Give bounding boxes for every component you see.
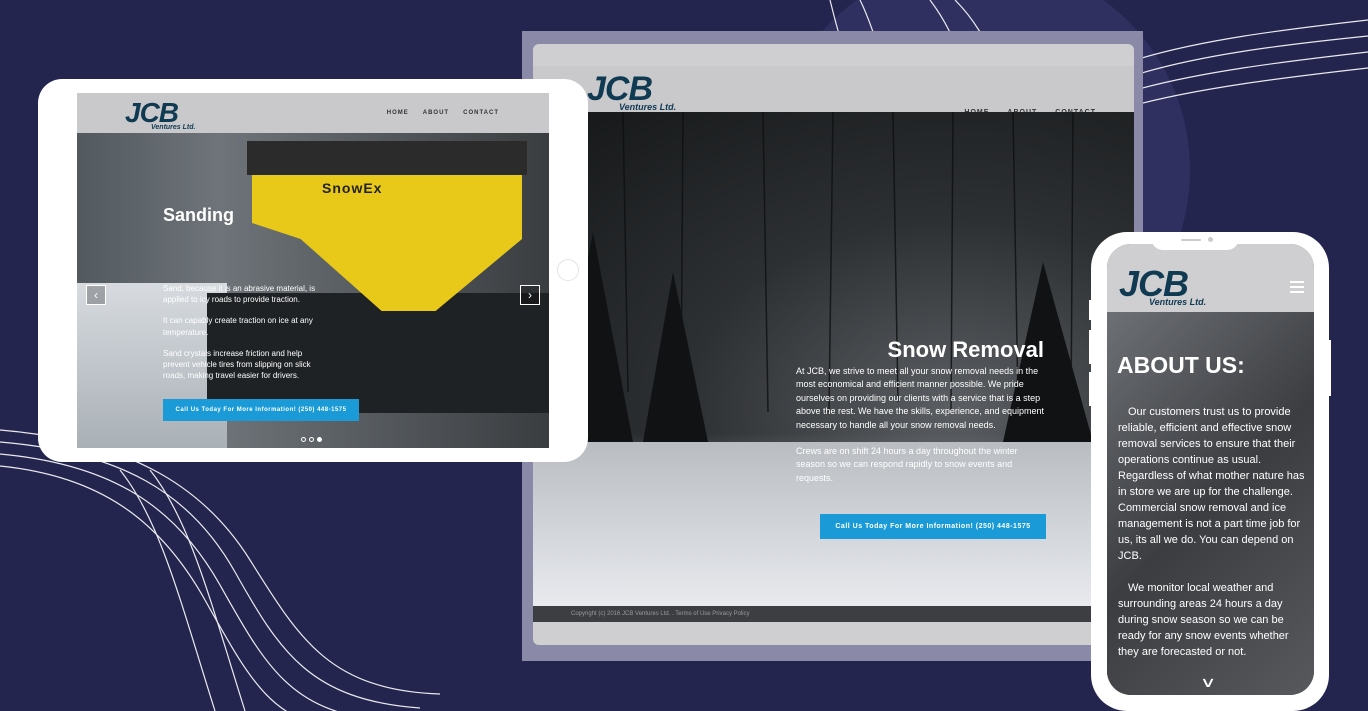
- tablet-nav-home[interactable]: HOME: [387, 110, 409, 116]
- chevron-down-icon[interactable]: ∨: [1200, 674, 1216, 691]
- chevron-right-icon[interactable]: ›: [520, 285, 540, 305]
- phone-about-text: Our customers trust us to provide reliab…: [1118, 404, 1306, 676]
- phone-about-paragraph: We monitor local weather and surrounding…: [1118, 582, 1289, 658]
- tablet-mockup: SnowEx Sanding Sand, because it is an ab…: [38, 79, 588, 462]
- desktop-hero-title: Snow Removal: [887, 337, 1044, 362]
- phone-about-paragraph: Our customers trust us to provide reliab…: [1118, 406, 1305, 562]
- camera-icon: [1208, 237, 1213, 242]
- slider-dot-1[interactable]: [301, 437, 306, 442]
- tablet-logo-main: JCB: [125, 97, 179, 128]
- speaker-grille: [1181, 239, 1201, 241]
- desktop-logo[interactable]: JCB Ventures Ltd.: [587, 72, 676, 112]
- desktop-screen: HOME ABOUT CONTACT JCB Ventures Ltd.: [533, 44, 1134, 645]
- desktop-hero: Snow Removal At JCB, we strive to meet a…: [533, 112, 1134, 606]
- tablet-screen: SnowEx Sanding Sand, because it is an ab…: [77, 93, 549, 448]
- tablet-navbar: JCB Ventures Ltd. HOME ABOUT CONTACT: [77, 93, 549, 133]
- desktop-mockup: HOME ABOUT CONTACT JCB Ventures Ltd.: [522, 31, 1143, 661]
- desktop-logo-main: JCB: [587, 70, 653, 108]
- desktop-footer: Copyright (c) 2016 JCB Ventures Ltd. . T…: [533, 606, 1134, 622]
- phone-screen: JCB Ventures Ltd. ABOUT US: Our customer…: [1107, 244, 1314, 695]
- desktop-hero-paragraph: At JCB, we strive to meet all your snow …: [796, 366, 1044, 430]
- tablet-nav-about[interactable]: ABOUT: [423, 110, 449, 116]
- phone-mockup: JCB Ventures Ltd. ABOUT US: Our customer…: [1091, 232, 1329, 711]
- tablet-nav-links: HOME ABOUT CONTACT: [387, 110, 499, 116]
- desktop-hero-text: At JCB, we strive to meet all your snow …: [796, 365, 1046, 498]
- phone-hero: ABOUT US: Our customers trust us to prov…: [1107, 312, 1314, 695]
- tablet-call-button[interactable]: Call Us Today For More Information! (250…: [163, 399, 359, 421]
- sander-hopper-lid: [247, 141, 527, 175]
- phone-notch: [1151, 232, 1239, 250]
- sander-brand-label: SnowEx: [322, 180, 383, 196]
- tablet-hero-text: Sand, because it is an abrasive material…: [163, 283, 328, 391]
- desktop-hero-paragraph: Crews are on shift 24 hours a day throug…: [796, 446, 1018, 483]
- phone-navbar: JCB Ventures Ltd.: [1107, 244, 1314, 312]
- tablet-logo-sub: Ventures Ltd.: [151, 124, 196, 131]
- hamburger-icon[interactable]: [1290, 281, 1304, 296]
- tablet-hero-paragraph: Sand, because it is an abrasive material…: [163, 284, 316, 305]
- desktop-footer-text: Copyright (c) 2016 JCB Ventures Ltd. . T…: [571, 611, 750, 617]
- desktop-call-button[interactable]: Call Us Today For More Information! (250…: [820, 514, 1046, 539]
- tablet-home-button: [557, 259, 579, 281]
- tablet-nav-contact[interactable]: CONTACT: [463, 110, 499, 116]
- tablet-hero: SnowEx Sanding Sand, because it is an ab…: [77, 133, 549, 448]
- tablet-hero-paragraph: It can capably create traction on ice at…: [163, 316, 313, 337]
- tablet-slider-dots: [301, 437, 322, 442]
- phone-logo[interactable]: JCB Ventures Ltd.: [1119, 266, 1206, 307]
- tablet-logo[interactable]: JCB Ventures Ltd.: [125, 97, 196, 132]
- tablet-hero-title: Sanding: [163, 205, 234, 225]
- desktop-logo-sub: Ventures Ltd.: [619, 102, 677, 112]
- phone-logo-sub: Ventures Ltd.: [1149, 297, 1207, 307]
- chevron-left-icon[interactable]: ‹: [86, 285, 106, 305]
- slider-dot-3[interactable]: [317, 437, 322, 442]
- tablet-hero-paragraph: Sand crystals increase friction and help…: [163, 348, 311, 381]
- phone-about-title: ABOUT US:: [1117, 352, 1245, 378]
- slider-dot-2[interactable]: [309, 437, 314, 442]
